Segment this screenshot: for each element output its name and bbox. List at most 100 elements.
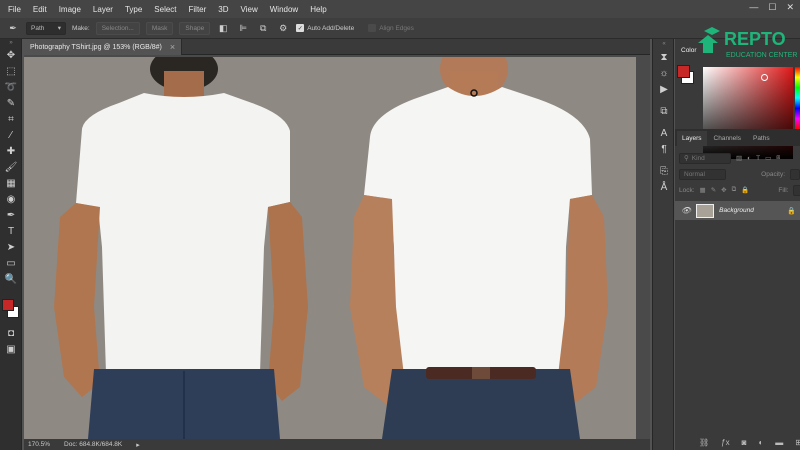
eyedropper-tool-icon[interactable]: ⁄	[0, 127, 22, 143]
menu-view[interactable]: View	[237, 5, 266, 14]
color-picker-handle-icon[interactable]	[761, 74, 768, 81]
close-tab-icon[interactable]: ×	[170, 42, 175, 52]
document-tab[interactable]: Photography TShirt.jpg @ 153% (RGB/8#) ×	[24, 39, 183, 55]
menu-image[interactable]: Image	[55, 5, 89, 14]
color-swatches[interactable]	[0, 295, 22, 325]
graduation-cap-icon	[704, 27, 720, 35]
lock-artboard-icon[interactable]: ⧉	[732, 186, 737, 194]
path-selection-tool-icon[interactable]: ➤	[0, 239, 22, 255]
move-tool-icon[interactable]: ✥	[0, 47, 22, 63]
pen-tool-icon[interactable]: ✒	[6, 22, 20, 35]
paragraph-panel-icon[interactable]: ¶	[653, 141, 675, 157]
zoom-level[interactable]: 170.5%	[28, 441, 50, 448]
path-alignment-icon[interactable]: ⊫	[236, 22, 250, 35]
adjustments-panel-icon[interactable]: ☼	[653, 65, 675, 81]
logo-house-icon	[698, 35, 718, 53]
gradient-tool-icon[interactable]: ▦	[0, 175, 22, 191]
link-layers-icon[interactable]: ⛓	[699, 438, 709, 447]
menu-help[interactable]: Help	[306, 5, 334, 14]
play-actions-icon[interactable]: ▶	[653, 81, 675, 97]
crop-tool-icon[interactable]: ⌗	[0, 111, 22, 127]
blend-mode-select[interactable]: Normal	[679, 168, 727, 180]
foreground-color-swatch[interactable]	[2, 299, 14, 311]
tshirt-photo[interactable]	[24, 57, 636, 439]
filter-adjustment-icon[interactable]: ◐	[747, 155, 751, 162]
tab-channels[interactable]: Channels	[709, 131, 746, 146]
collapsed-panels-strip: « ⧗ ☼ ▶ ⧉ A ¶ ⎘ Å	[652, 39, 674, 450]
menu-layer[interactable]: Layer	[89, 5, 121, 14]
history-panel-icon[interactable]: ⧗	[653, 49, 675, 65]
add-mask-icon[interactable]: ◙	[742, 438, 747, 447]
selection-button[interactable]: Selection...	[95, 21, 140, 35]
type-tool-icon[interactable]: T	[0, 223, 22, 239]
screen-mode-icon[interactable]: ▣	[0, 341, 22, 357]
align-edges-checkbox[interactable]: Align Edges	[368, 24, 414, 32]
clone-source-icon[interactable]: ⎘	[653, 163, 675, 179]
pen-tool-icon[interactable]: ✒	[0, 207, 22, 223]
tab-layers[interactable]: Layers	[677, 131, 707, 146]
auto-add-delete-checkbox[interactable]: ✓ Auto Add/Delete	[296, 24, 354, 32]
menu-3d[interactable]: 3D	[214, 5, 236, 14]
glyphs-panel-icon[interactable]: Å	[653, 179, 675, 195]
lock-transparency-icon[interactable]: ▦	[700, 186, 706, 194]
fx-icon[interactable]: ƒx	[721, 438, 729, 447]
menu-edit[interactable]: Edit	[29, 5, 55, 14]
canvas-area[interactable]	[24, 55, 650, 439]
quick-mask-icon[interactable]: ◘	[0, 325, 22, 341]
character-panel-icon[interactable]: A	[653, 125, 675, 141]
foreground-color-chip[interactable]	[677, 65, 690, 78]
healing-brush-icon[interactable]: ✚	[0, 143, 22, 159]
lock-pixels-icon[interactable]: ✎	[711, 186, 716, 194]
new-layer-icon[interactable]: ⊞	[795, 438, 800, 447]
menu-filter[interactable]: Filter	[185, 5, 215, 14]
filter-shape-icon[interactable]: ▭	[765, 154, 771, 162]
lock-all-icon[interactable]: 🔒	[741, 186, 749, 194]
tab-paths[interactable]: Paths	[748, 131, 775, 146]
mask-button[interactable]: Mask	[145, 21, 174, 35]
layer-kind-filter[interactable]: ⚲ Kind	[679, 152, 731, 164]
lock-position-icon[interactable]: ✥	[721, 186, 726, 194]
kind-filter-value: Kind	[691, 154, 705, 162]
logo-brand-text: REPTO	[724, 29, 786, 49]
layer-row-background[interactable]: 👁 Background 🔒	[675, 201, 800, 220]
status-bar: 170.5% Doc: 684.8K/684.8K ▸	[24, 439, 650, 450]
filter-type-icon[interactable]: T	[756, 155, 760, 162]
gear-icon[interactable]: ⚙	[276, 22, 290, 35]
path-arrangement-icon[interactable]: ⧉	[256, 22, 270, 35]
hue-slider[interactable]	[795, 67, 800, 129]
shape-tool-icon[interactable]: ▭	[0, 255, 22, 271]
opacity-field[interactable]	[790, 168, 800, 180]
minimize-icon[interactable]: —	[749, 2, 758, 13]
mode-select[interactable]: Path ▾	[26, 21, 66, 35]
adjustment-layer-icon[interactable]: ◐	[758, 438, 763, 447]
collapse-icon[interactable]: »	[0, 39, 22, 47]
menu-select[interactable]: Select	[150, 5, 184, 14]
close-icon[interactable]: ✕	[786, 2, 794, 13]
filter-smart-object-icon[interactable]: ⧈	[776, 154, 780, 162]
tools-panel: » ✥ ⬚ ➰ ✎ ⌗ ⁄ ✚ 🖌 ▦ ◉ ✒ T ➤ ▭ 🔍 ◘ ▣	[0, 39, 22, 450]
menu-file[interactable]: File	[4, 5, 29, 14]
menu-type[interactable]: Type	[121, 5, 150, 14]
menu-window[interactable]: Window	[266, 5, 306, 14]
status-menu-arrow-icon[interactable]: ▸	[136, 441, 140, 449]
filter-pixel-icon[interactable]: ▨	[736, 154, 742, 162]
lock-row: Lock: ▦ ✎ ✥ ⧉ 🔒 Fill:	[679, 183, 800, 197]
blur-tool-icon[interactable]: ◉	[0, 191, 22, 207]
mode-value: Path	[31, 24, 45, 32]
shape-button[interactable]: Shape	[179, 21, 211, 35]
properties-panel-icon[interactable]: ⧉	[653, 103, 675, 119]
quick-select-tool-icon[interactable]: ✎	[0, 95, 22, 111]
fill-field[interactable]	[793, 184, 800, 196]
eye-icon[interactable]: 👁	[681, 206, 691, 215]
brush-tool-icon[interactable]: 🖌	[0, 159, 22, 175]
new-group-icon[interactable]: ▬	[775, 438, 783, 447]
path-operations-icon[interactable]: ◧	[216, 22, 230, 35]
collapse-icon[interactable]: «	[653, 39, 675, 49]
maximize-icon[interactable]: ☐	[768, 2, 776, 13]
align-edges-label: Align Edges	[379, 24, 414, 32]
menu-bar: File Edit Image Layer Type Select Filter…	[0, 0, 800, 18]
marquee-tool-icon[interactable]: ⬚	[0, 63, 22, 79]
zoom-tool-icon[interactable]: 🔍	[0, 271, 22, 287]
front-view-model	[350, 57, 608, 439]
lasso-tool-icon[interactable]: ➰	[0, 79, 22, 95]
